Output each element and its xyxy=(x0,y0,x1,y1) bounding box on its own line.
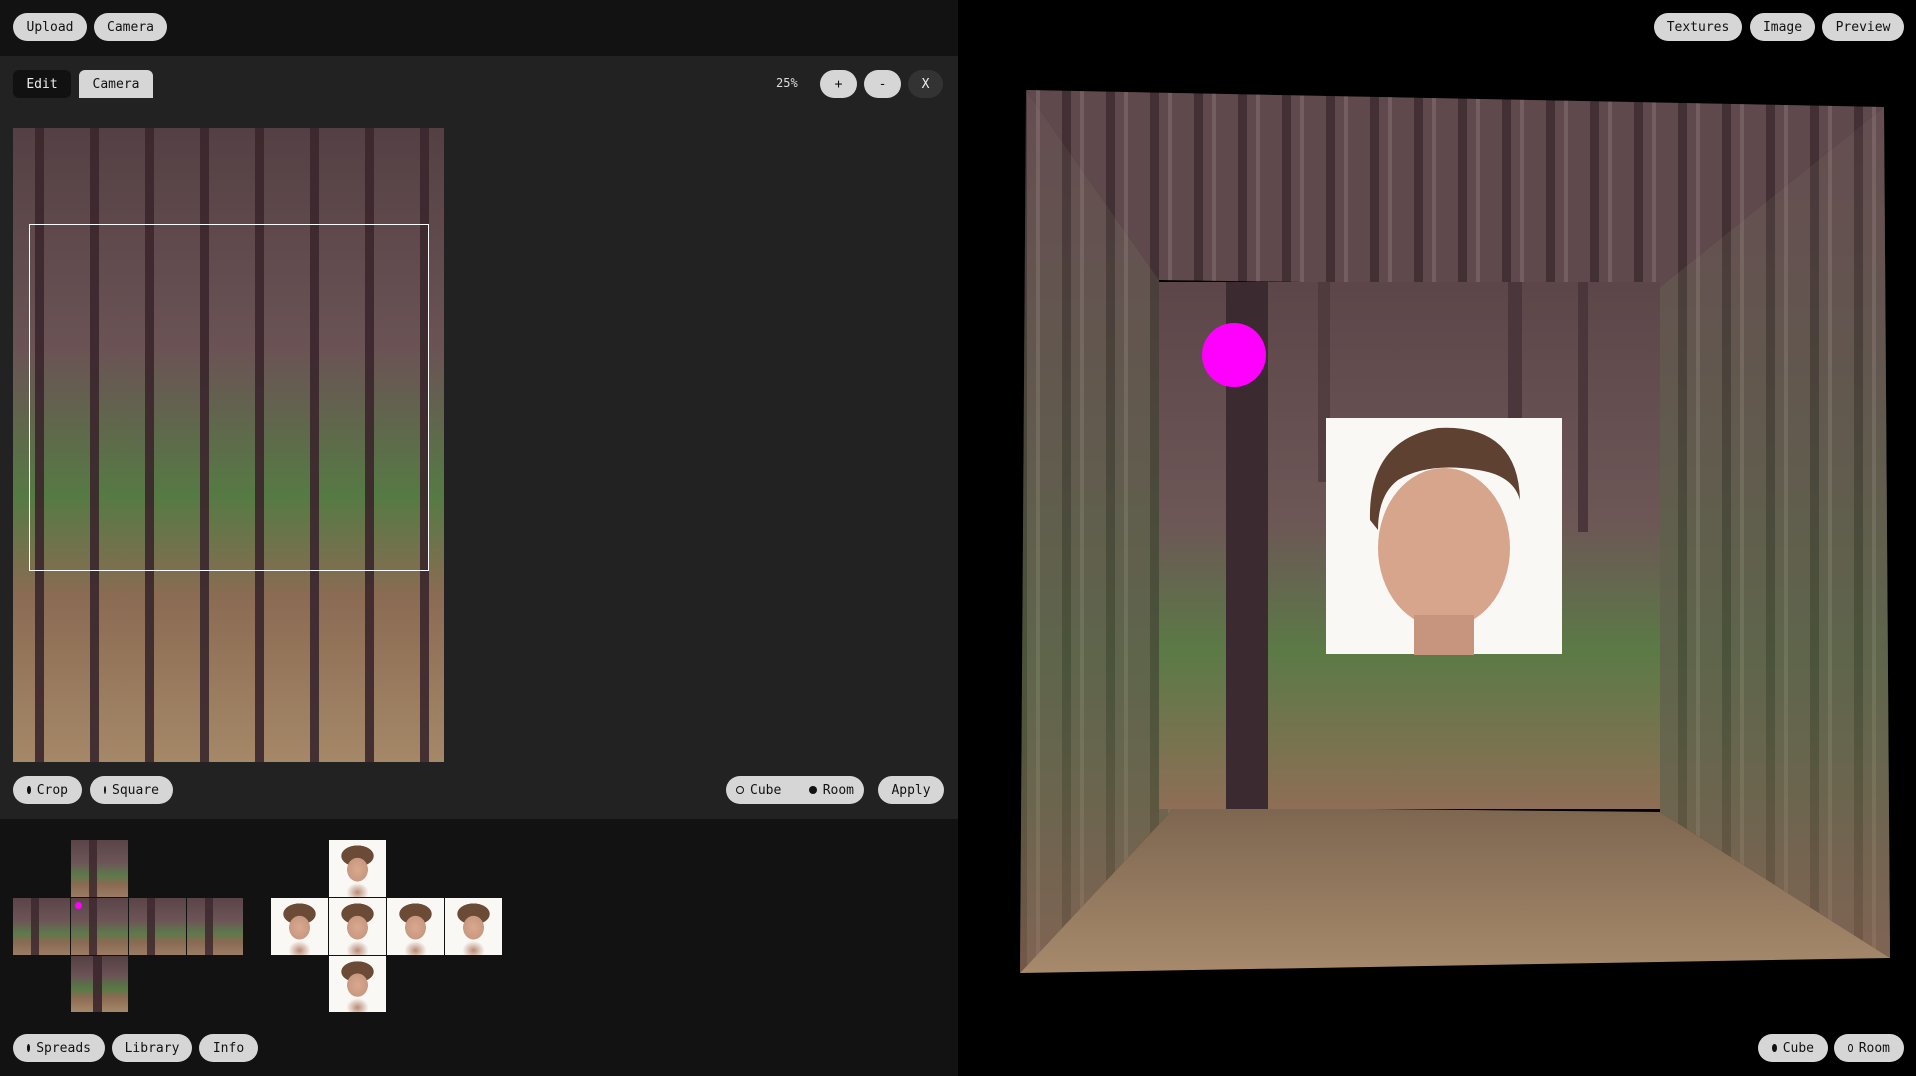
editor-panel: Edit Camera 25% + - X Crop Square Cube R… xyxy=(0,56,958,819)
camera-button[interactable]: Camera xyxy=(94,13,167,41)
face-top xyxy=(329,840,386,897)
room-option[interactable]: Room xyxy=(808,783,854,798)
room-option[interactable]: Room xyxy=(1834,1034,1904,1062)
position-marker[interactable] xyxy=(75,902,82,909)
crop-option[interactable]: Crop xyxy=(13,776,82,804)
face-bottom xyxy=(329,956,386,1012)
radio-filled-icon xyxy=(27,1044,31,1052)
face-right xyxy=(129,898,186,955)
face-left xyxy=(13,898,70,955)
radio-filled-icon xyxy=(808,786,817,794)
face-back xyxy=(187,898,243,955)
upload-button[interactable]: Upload xyxy=(13,13,87,41)
layout-toggle: Cube Room xyxy=(726,776,864,804)
left-panel: Upload Camera Edit Camera 25% + - X Crop… xyxy=(0,0,958,1076)
library-button[interactable]: Library xyxy=(112,1034,192,1062)
square-option[interactable]: Square xyxy=(90,776,173,804)
camera-position-marker[interactable] xyxy=(1202,323,1266,387)
cube-option[interactable]: Cube xyxy=(1758,1034,1828,1062)
apply-button[interactable]: Apply xyxy=(878,776,944,804)
zoom-out-button[interactable]: - xyxy=(864,70,901,98)
radio-filled-icon xyxy=(1772,1044,1777,1052)
radio-empty-icon xyxy=(104,786,107,794)
zoom-in-button[interactable]: + xyxy=(820,70,857,98)
close-button[interactable]: X xyxy=(908,70,943,98)
face-front xyxy=(329,898,386,955)
tab-camera[interactable]: Camera xyxy=(79,70,153,98)
cube-option[interactable]: Cube xyxy=(736,783,781,798)
tab-edit[interactable]: Edit xyxy=(13,70,71,98)
viewer-panel: Textures Image Preview Cube Room xyxy=(958,0,1916,1076)
radio-empty-icon xyxy=(1848,1044,1853,1052)
face-bottom xyxy=(71,956,128,1012)
texture-spread-forest[interactable] xyxy=(13,840,243,1012)
info-button[interactable]: Info xyxy=(199,1034,258,1062)
face-right xyxy=(387,898,444,955)
room-3d-view[interactable] xyxy=(958,0,1916,1076)
radio-empty-icon xyxy=(736,786,744,794)
face-back xyxy=(445,898,502,955)
zoom-level: 25% xyxy=(776,76,798,90)
subject-photo[interactable] xyxy=(1326,418,1562,655)
texture-spread-faces[interactable] xyxy=(271,840,502,1012)
spreads-option[interactable]: Spreads xyxy=(13,1034,105,1062)
face-top xyxy=(71,840,128,897)
crop-box[interactable] xyxy=(29,224,429,571)
radio-filled-icon xyxy=(27,786,31,794)
face-left xyxy=(271,898,328,955)
